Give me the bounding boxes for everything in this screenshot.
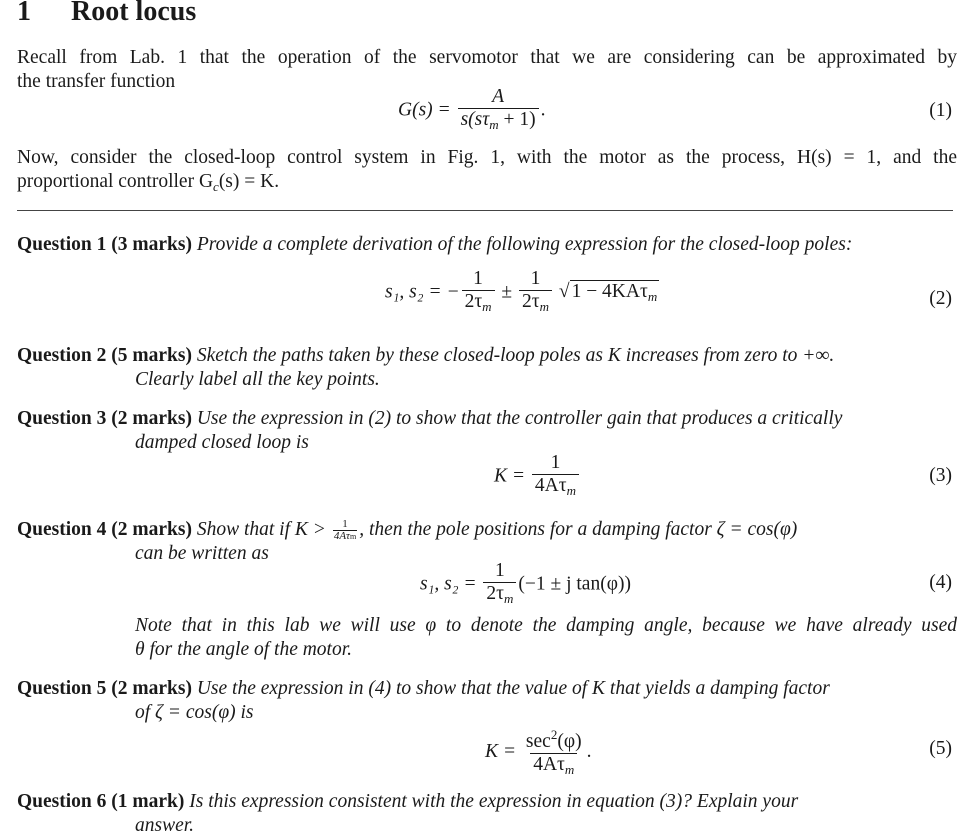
- question-4-marks: (2 marks): [111, 519, 192, 540]
- question-1-text: Provide a complete derivation of the fol…: [196, 234, 853, 255]
- question-3: Question 3 (2 marks) Use the expression …: [17, 407, 957, 455]
- eq1-denominator: s(sτm + 1): [457, 108, 539, 136]
- equation-2: s₁, s₂ = −1 2τm ± 1 2τm √ 1 − 4KAτm: [385, 268, 660, 318]
- question-3-label: Question 3: [17, 408, 107, 429]
- equation-number-4: (4): [929, 572, 952, 593]
- question-4: Question 4 (2 marks) Show that if K > 14…: [17, 518, 957, 566]
- intro-line-1: Recall from Lab. 1 that the operation of…: [17, 47, 957, 68]
- question-1: Question 1 (3 marks) Provide a complete …: [17, 233, 957, 257]
- equation-number-1: (1): [929, 100, 952, 121]
- square-root: √ 1 − 4KAτm: [558, 280, 660, 305]
- section-number: 1: [17, 0, 31, 27]
- section-title: Root locus: [71, 0, 197, 27]
- question-5-marks: (2 marks): [111, 678, 192, 699]
- question-3-text-line-2: damped closed loop is: [135, 432, 309, 453]
- equation-5: K = sec2(φ) 4Aτm.: [485, 724, 591, 781]
- question-6-text: Is this expression consistent with the e…: [189, 791, 799, 812]
- question-6-marks: (1 mark): [111, 791, 185, 812]
- equation-3: K = 1 4Aτm: [494, 452, 581, 502]
- equation-4: s₁, s₂ = 1 2τm (−1 ± j tan(φ)): [420, 560, 631, 610]
- eq1-period: .: [540, 99, 546, 121]
- question-1-label: Question 1: [17, 234, 107, 255]
- question-2-text-line-2: Clearly label all the key points.: [135, 369, 380, 390]
- intro-line-3: Now, consider the closed-loop control sy…: [17, 147, 957, 168]
- equation-number-2: (2): [929, 288, 952, 309]
- question-5-label: Question 5: [17, 678, 107, 699]
- question-5-text-line-2: of ζ = cos(φ) is: [135, 702, 254, 723]
- horizontal-divider: [17, 210, 953, 211]
- intro-line-4: proportional controller Gc(s) = K.: [17, 171, 280, 194]
- equation-number-5: (5): [929, 738, 952, 759]
- question-6-text-line-2: answer.: [135, 815, 195, 836]
- section-heading: 1 Root locus: [17, 0, 196, 30]
- question-2-label: Question 2: [17, 345, 107, 366]
- question-5-text: Use the expression in (4) to show that t…: [196, 678, 830, 699]
- eq1-numerator: A: [492, 86, 505, 107]
- question-2-text: Sketch the paths taken by these closed-l…: [196, 345, 835, 366]
- inline-fraction: 1 4Aτm: [332, 518, 358, 543]
- question-6: Question 6 (1 mark) Is this expression c…: [17, 790, 957, 838]
- equation-number-3: (3): [929, 465, 952, 486]
- question-2: Question 2 (5 marks) Sketch the paths ta…: [17, 344, 957, 392]
- intro-paragraph-2: Now, consider the closed-loop control sy…: [17, 146, 957, 199]
- question-4-note: Note that in this lab we will use φ to d…: [135, 615, 957, 660]
- question-1-marks: (3 marks): [111, 234, 192, 255]
- question-3-text: Use the expression in (2) to show that t…: [196, 408, 843, 429]
- equation-1: G(s) = A s(sτm + 1) .: [398, 86, 546, 136]
- question-3-marks: (2 marks): [111, 408, 192, 429]
- question-5: Question 5 (2 marks) Use the expression …: [17, 677, 957, 725]
- question-4-label: Question 4: [17, 519, 107, 540]
- question-2-marks: (5 marks): [111, 345, 192, 366]
- question-6-label: Question 6: [17, 791, 107, 812]
- eq1-fraction: A s(sτm + 1): [457, 86, 539, 136]
- eq1-lhs: G(s) =: [398, 99, 451, 121]
